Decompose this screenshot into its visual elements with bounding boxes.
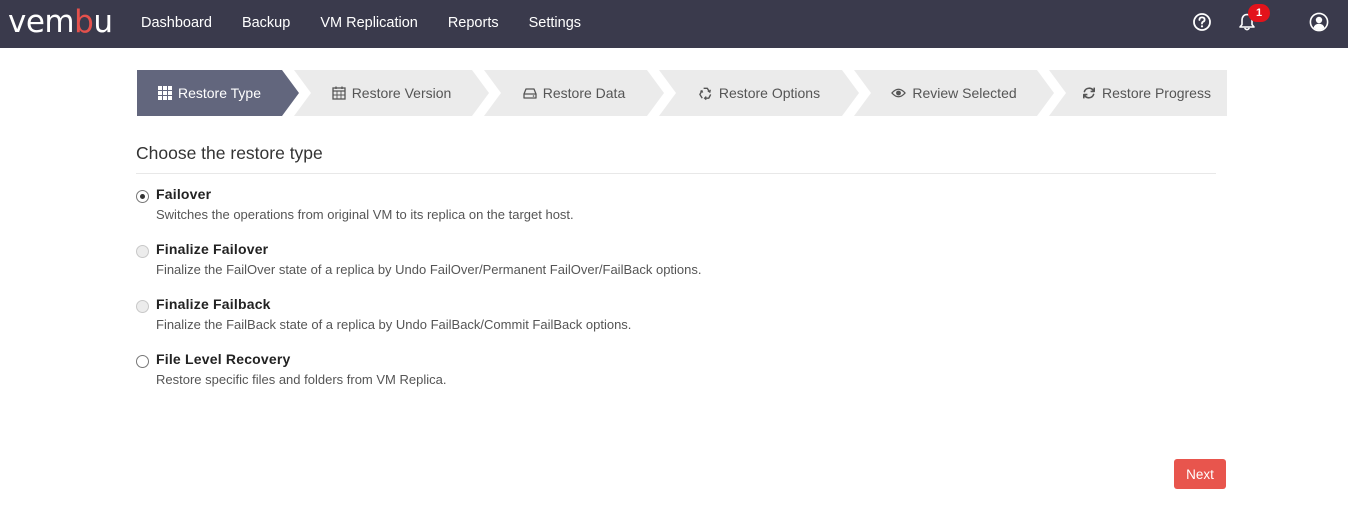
option-title[interactable]: File Level Recovery bbox=[156, 351, 291, 367]
step-restore-version[interactable]: Restore Version bbox=[294, 70, 489, 116]
nav-settings[interactable]: Settings bbox=[514, 0, 596, 48]
refresh-icon bbox=[1083, 87, 1096, 99]
step-label: Restore Options bbox=[718, 85, 821, 101]
step-restore-type[interactable]: Restore Type bbox=[137, 70, 299, 116]
notification-badge: 1 bbox=[1248, 4, 1270, 22]
eye-icon bbox=[891, 88, 907, 98]
help-icon[interactable] bbox=[1192, 12, 1212, 32]
step-label: Restore Type bbox=[177, 85, 261, 101]
nav-dashboard[interactable]: Dashboard bbox=[126, 0, 227, 48]
next-button[interactable]: Next bbox=[1174, 459, 1226, 489]
calendar-icon bbox=[332, 86, 346, 100]
option-description: Finalize the FailOver state of a replica… bbox=[156, 262, 702, 277]
main-nav: Dashboard Backup VM Replication Reports … bbox=[126, 0, 596, 48]
step-restore-data[interactable]: Restore Data bbox=[484, 70, 664, 116]
file-level-recovery-radio[interactable] bbox=[136, 355, 149, 368]
logo-text-accent: b bbox=[74, 4, 94, 40]
option-title[interactable]: Failover bbox=[156, 186, 211, 202]
step-label: Restore Data bbox=[542, 85, 626, 101]
top-navbar: vembu Dashboard Backup VM Replication Re… bbox=[0, 0, 1348, 48]
recycle-icon bbox=[699, 87, 712, 100]
logo-text-main: vem bbox=[8, 4, 75, 40]
nav-vm-replication[interactable]: VM Replication bbox=[305, 0, 433, 48]
option-file-level-recovery: File Level Recovery Restore specific fil… bbox=[136, 351, 836, 395]
step-label: Restore Progress bbox=[1102, 85, 1211, 101]
drive-icon bbox=[523, 88, 537, 99]
vembu-logo[interactable]: vembu bbox=[8, 4, 113, 40]
option-title[interactable]: Finalize Failover bbox=[156, 241, 268, 257]
page-heading: Choose the restore type bbox=[136, 143, 323, 163]
option-failover: Failover Switches the operations from or… bbox=[136, 186, 836, 230]
logo-text-end: u bbox=[93, 4, 113, 40]
option-description: Switches the operations from original VM… bbox=[156, 207, 574, 222]
step-label: Review Selected bbox=[912, 85, 1017, 101]
step-review-selected[interactable]: Review Selected bbox=[854, 70, 1054, 116]
step-restore-progress[interactable]: Restore Progress bbox=[1049, 70, 1227, 116]
heading-divider bbox=[136, 173, 1216, 174]
finalize-failover-radio[interactable] bbox=[136, 245, 149, 258]
restore-wizard-stepper: Restore Type Restore Version Restore Dat… bbox=[137, 70, 1227, 116]
failover-radio[interactable] bbox=[136, 190, 149, 203]
user-account-icon[interactable] bbox=[1309, 12, 1329, 32]
option-title[interactable]: Finalize Failback bbox=[156, 296, 271, 312]
grid-icon bbox=[157, 86, 172, 100]
finalize-failback-radio[interactable] bbox=[136, 300, 149, 313]
option-description: Restore specific files and folders from … bbox=[156, 372, 447, 387]
option-finalize-failback: Finalize Failback Finalize the FailBack … bbox=[136, 296, 836, 340]
nav-backup[interactable]: Backup bbox=[227, 0, 305, 48]
step-label: Restore Version bbox=[351, 85, 452, 101]
step-restore-options[interactable]: Restore Options bbox=[659, 70, 859, 116]
option-description: Finalize the FailBack state of a replica… bbox=[156, 317, 632, 332]
nav-reports[interactable]: Reports bbox=[433, 0, 514, 48]
option-finalize-failover: Finalize Failover Finalize the FailOver … bbox=[136, 241, 836, 285]
